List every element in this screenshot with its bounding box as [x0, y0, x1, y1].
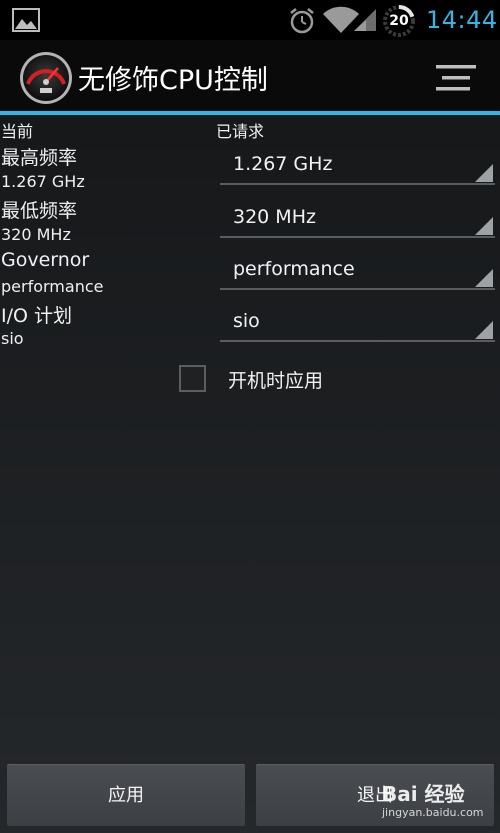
io-scheduler-current: sio — [1, 329, 24, 348]
overflow-menu-icon[interactable] — [434, 62, 478, 94]
min-frequency-value: 320 MHz — [233, 206, 316, 228]
min-frequency-current: 320 MHz — [1, 225, 71, 244]
governor-current: performance — [1, 277, 104, 296]
io-scheduler-spinner[interactable]: sio — [220, 294, 495, 342]
watermark-logo: Bai 经验 — [382, 782, 465, 806]
governor-label: Governor — [1, 249, 90, 271]
app-title: 无修饰CPU控制 — [78, 65, 268, 96]
apply-on-boot-checkbox[interactable] — [179, 365, 206, 392]
gallery-icon — [12, 8, 40, 32]
clock: 14:44 — [426, 6, 498, 34]
battery-level: 20 — [389, 13, 409, 29]
signal-icon — [354, 9, 376, 31]
io-scheduler-label: I/O 计划 — [1, 305, 72, 327]
speedometer-icon[interactable] — [18, 50, 74, 106]
min-frequency-spinner[interactable]: 320 MHz — [220, 190, 495, 238]
governor-value: performance — [233, 258, 355, 280]
io-scheduler-value: sio — [233, 310, 260, 332]
apply-on-boot-label[interactable]: 开机时应用 — [228, 366, 323, 393]
action-bar-divider — [0, 111, 500, 115]
max-frequency-value: 1.267 GHz — [233, 153, 333, 175]
dropdown-arrow-icon — [475, 321, 493, 339]
status-bar: 20 14:44 — [0, 0, 500, 40]
apply-button[interactable]: 应用 — [7, 764, 245, 826]
max-frequency-current: 1.267 GHz — [1, 172, 85, 191]
column-header-current: 当前 — [1, 122, 34, 141]
max-frequency-label: 最高频率 — [1, 147, 78, 169]
watermark-url: jingyan.baidu.com — [382, 806, 484, 819]
governor-spinner[interactable]: performance — [220, 242, 495, 290]
min-frequency-label: 最低频率 — [1, 200, 78, 222]
dropdown-arrow-icon — [475, 217, 493, 235]
dropdown-arrow-icon — [475, 269, 493, 287]
dropdown-arrow-icon — [475, 164, 493, 182]
alarm-icon — [290, 8, 314, 34]
max-frequency-spinner[interactable]: 1.267 GHz — [220, 137, 495, 185]
